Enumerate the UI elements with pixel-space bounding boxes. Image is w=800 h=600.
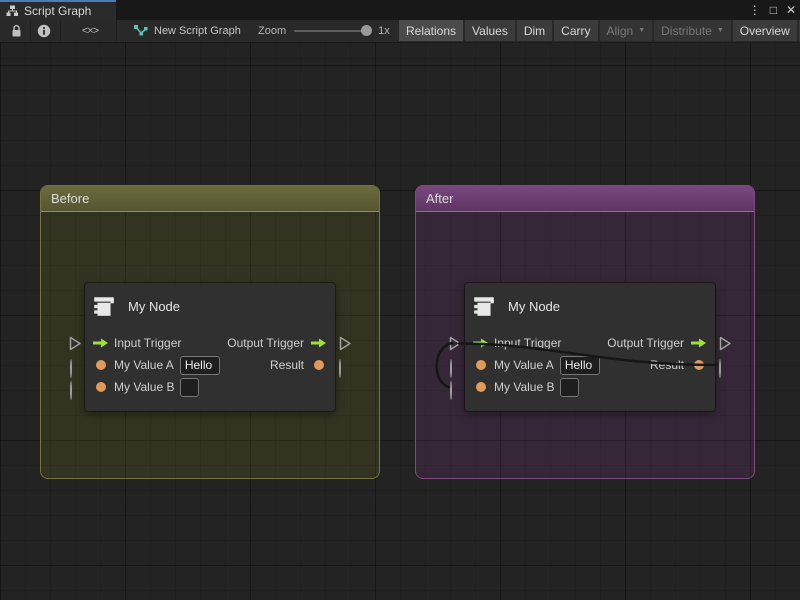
window-controls: ⋮ □ ✕ [749, 0, 796, 20]
toolbar-separator [116, 21, 117, 41]
port-row-trigger: Input Trigger Output Trigger [465, 332, 715, 354]
zoom-value: 1x [378, 25, 390, 37]
carry-button[interactable]: Carry [554, 20, 597, 41]
my-value-b-outer-port[interactable] [450, 382, 452, 400]
lock-icon [10, 24, 23, 38]
unit-node-icon [472, 294, 496, 318]
lock-button[interactable] [4, 20, 28, 42]
menu-dots-icon[interactable]: ⋮ [749, 0, 761, 20]
unit-node-icon [92, 294, 116, 318]
tab-script-graph[interactable]: Script Graph [0, 0, 116, 20]
group-title: After [426, 191, 453, 206]
script-graph-icon [133, 24, 148, 38]
zoom-slider[interactable] [294, 30, 370, 32]
graph-canvas[interactable]: Before After My Node [0, 43, 800, 600]
my-value-b-field[interactable] [180, 378, 199, 397]
group-title: Before [51, 191, 89, 206]
my-value-b-port[interactable] [92, 382, 109, 392]
code-preview-button[interactable]: <×> [74, 20, 106, 42]
zoom-control: Zoom 1x [258, 20, 390, 42]
my-value-b-field[interactable] [560, 378, 579, 397]
result-port[interactable] [310, 360, 327, 370]
info-button[interactable] [32, 20, 56, 42]
close-icon[interactable]: ✕ [786, 0, 796, 20]
values-button[interactable]: Values [465, 20, 515, 41]
info-icon [37, 24, 51, 38]
align-dropdown[interactable]: Align ▼ [600, 20, 653, 41]
port-row-trigger: Input Trigger Output Trigger [85, 332, 335, 354]
my-value-a-port[interactable] [472, 360, 489, 370]
script-graph-window: Script Graph ⋮ □ ✕ <×> [0, 0, 800, 600]
input-trigger-label: Input Trigger [494, 336, 561, 350]
my-value-a-label: My Value A [494, 358, 554, 372]
node-header[interactable]: My Node [472, 294, 560, 318]
zoom-label: Zoom [258, 25, 286, 37]
result-label: Result [270, 358, 304, 372]
node-my-node-before[interactable]: My Node Input Trigger Output Trigger My … [85, 283, 335, 411]
result-label: Result [650, 358, 684, 372]
title-bar: Script Graph ⋮ □ ✕ [0, 0, 800, 20]
input-trigger-outer-port[interactable] [449, 336, 462, 356]
graph-tab-icon [6, 5, 19, 17]
input-trigger-outer-port[interactable] [69, 336, 82, 356]
result-outer-port[interactable] [339, 360, 341, 378]
chevron-down-icon: ▼ [638, 27, 645, 34]
my-value-b-outer-port[interactable] [70, 382, 72, 400]
input-trigger-label: Input Trigger [114, 336, 181, 350]
port-row-value-a: My Value A Result [465, 354, 715, 376]
my-value-b-label: My Value B [114, 380, 174, 394]
overview-button[interactable]: Overview [733, 20, 797, 41]
group-before-header[interactable]: Before [41, 186, 379, 212]
result-port[interactable] [690, 360, 707, 370]
output-trigger-label: Output Trigger [227, 336, 304, 350]
group-after-header[interactable]: After [416, 186, 754, 212]
maximize-icon[interactable]: □ [770, 0, 777, 20]
my-value-b-label: My Value B [494, 380, 554, 394]
input-trigger-port[interactable] [472, 337, 489, 349]
graph-title: New Script Graph [133, 20, 241, 42]
output-trigger-port[interactable] [690, 337, 707, 349]
toolbar-buttons: Relations Values Dim Carry Align ▼ Distr… [399, 20, 800, 41]
toolbar: <×> New Script Graph Zoom 1x Relations V… [0, 20, 800, 43]
result-outer-port[interactable] [719, 360, 721, 378]
graph-name-label: New Script Graph [154, 25, 241, 37]
output-trigger-port[interactable] [310, 337, 327, 349]
relations-button[interactable]: Relations [399, 20, 463, 41]
port-row-value-b: My Value B [85, 376, 335, 398]
my-value-b-port[interactable] [472, 382, 489, 392]
distribute-label: Distribute [661, 24, 712, 38]
toolbar-separator [30, 21, 31, 41]
node-title: My Node [508, 299, 560, 314]
tab-label: Script Graph [24, 4, 91, 18]
my-value-a-field[interactable] [560, 356, 600, 375]
chevron-down-icon: ▼ [717, 27, 724, 34]
input-trigger-port[interactable] [92, 337, 109, 349]
output-trigger-outer-port[interactable] [719, 336, 732, 356]
output-trigger-outer-port[interactable] [339, 336, 352, 356]
align-label: Align [607, 24, 634, 38]
node-header[interactable]: My Node [92, 294, 180, 318]
code-x-icon: <×> [82, 25, 98, 37]
dim-button[interactable]: Dim [517, 20, 552, 41]
my-value-a-field[interactable] [180, 356, 220, 375]
output-trigger-label: Output Trigger [607, 336, 684, 350]
distribute-dropdown[interactable]: Distribute ▼ [654, 20, 731, 41]
port-row-value-a: My Value A Result [85, 354, 335, 376]
my-value-a-port[interactable] [92, 360, 109, 370]
my-value-a-outer-port[interactable] [70, 360, 72, 378]
node-my-node-after[interactable]: My Node Input Trigger Output Trigger My … [465, 283, 715, 411]
port-row-value-b: My Value B [465, 376, 715, 398]
zoom-slider-handle[interactable] [361, 25, 372, 36]
my-value-a-label: My Value A [114, 358, 174, 372]
toolbar-separator [60, 21, 61, 41]
my-value-a-outer-port[interactable] [450, 360, 452, 378]
node-title: My Node [128, 299, 180, 314]
